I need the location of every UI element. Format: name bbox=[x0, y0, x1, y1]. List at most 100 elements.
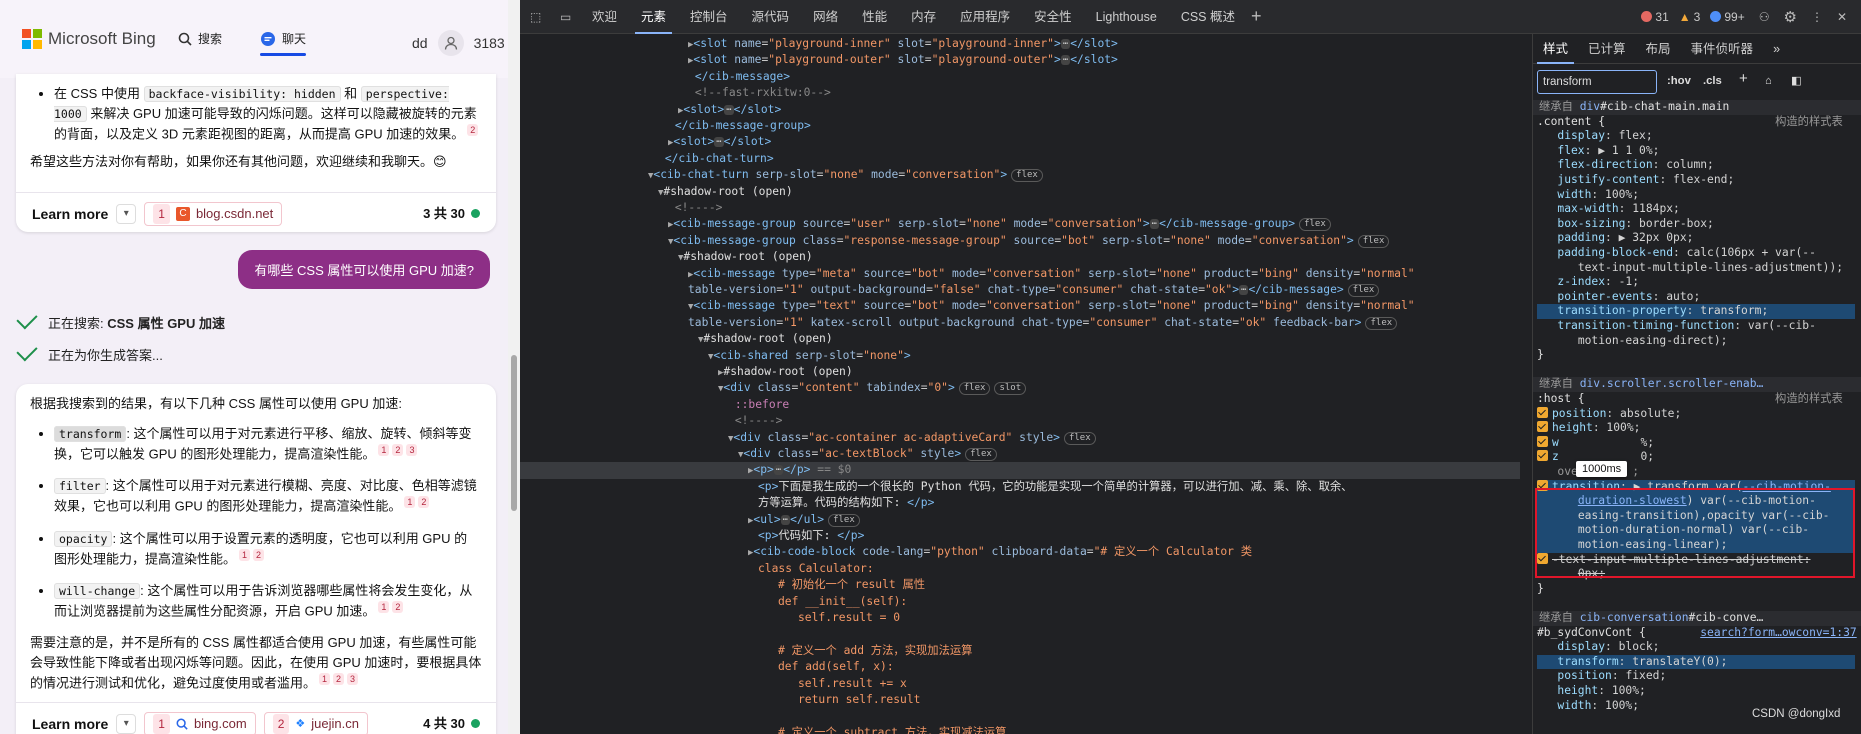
styles-filter-input[interactable]: transform bbox=[1537, 70, 1657, 94]
style-declaration[interactable]: pointer-events: auto; bbox=[1537, 290, 1700, 305]
dom-node[interactable]: class Calculator: bbox=[520, 561, 1520, 577]
tab-console[interactable]: 控制台 bbox=[678, 0, 740, 34]
citation[interactable]: 3 bbox=[406, 444, 418, 456]
citation[interactable]: 2 bbox=[467, 124, 479, 136]
dom-node[interactable]: def add(self, x): bbox=[520, 659, 1520, 675]
style-declaration[interactable]: flex: ▶ 1 1 0%; bbox=[1537, 144, 1659, 159]
gear-icon[interactable]: ⚙ bbox=[1783, 8, 1796, 26]
source-link[interactable]: 1 bing.com bbox=[144, 711, 256, 734]
tab-event-listeners[interactable]: 事件侦听器 bbox=[1681, 34, 1764, 64]
style-declaration[interactable] bbox=[1537, 363, 1544, 378]
sidebar-toggle-icon[interactable]: ◧ bbox=[1791, 74, 1802, 89]
dom-node[interactable]: ::before bbox=[520, 397, 1520, 413]
style-declaration[interactable]: position: absolute; bbox=[1537, 406, 1681, 422]
style-declaration[interactable]: duration-slowest) var(--cib-motion- bbox=[1537, 494, 1855, 509]
style-declaration[interactable]: motion-easing-direct); bbox=[1537, 334, 1728, 349]
citation[interactable]: 1 bbox=[239, 548, 251, 561]
citation[interactable]: 1 bbox=[378, 444, 390, 456]
dom-node[interactable]: ▶<cib-message-group source="user" serp-s… bbox=[520, 216, 1520, 232]
style-declaration[interactable]: padding-block-end: calc(106px + var(-- bbox=[1537, 246, 1815, 261]
style-declaration[interactable]: transform: translateY(0); bbox=[1537, 654, 1855, 670]
tab-styles[interactable]: 样式 bbox=[1533, 34, 1578, 64]
dom-node[interactable]: <!----> bbox=[520, 200, 1520, 216]
dom-node[interactable]: <p>下面是我生成的一个很长的 Python 代码，它的功能是实现一个简单的计算… bbox=[520, 479, 1520, 495]
style-declaration[interactable]: } bbox=[1537, 348, 1544, 363]
elements-scrollbar[interactable] bbox=[1522, 34, 1532, 734]
style-declaration[interactable]: -text-input-multiple-lines-adjustment: bbox=[1537, 552, 1810, 568]
more-options-icon[interactable]: ⋮ bbox=[1811, 10, 1823, 24]
style-declaration[interactable]: w %; bbox=[1537, 435, 1654, 451]
chevron-down-icon[interactable]: ▾ bbox=[116, 713, 137, 734]
tab-security[interactable]: 安全性 bbox=[1022, 0, 1084, 34]
dom-node[interactable]: ▼<cib-shared serp-slot="none"> bbox=[520, 348, 1520, 364]
style-declaration[interactable]: display: block; bbox=[1537, 640, 1659, 655]
style-declaration[interactable]: motion-duration-normal) var(--cib- bbox=[1537, 523, 1855, 538]
dom-node[interactable]: ▼<cib-chat-turn serp-slot="none" mode="c… bbox=[520, 167, 1520, 183]
rewards-points[interactable]: 3183 bbox=[474, 35, 505, 51]
style-declaration[interactable]: justify-content: flex-end; bbox=[1537, 173, 1734, 188]
tab-memory[interactable]: 内存 bbox=[899, 0, 948, 34]
tab-lighthouse[interactable]: Lighthouse bbox=[1084, 0, 1169, 34]
style-declaration[interactable]: position: fixed; bbox=[1537, 669, 1666, 684]
dom-node[interactable]: # 定义一个 add 方法，实现加法运算 bbox=[520, 643, 1520, 659]
dom-node[interactable]: ▶<cib-message type="meta" source="bot" m… bbox=[520, 266, 1520, 282]
dom-node[interactable]: # 定义一个 subtract 方法，实现减法运算 bbox=[520, 725, 1520, 734]
connect-icon[interactable]: ⚇ bbox=[1759, 10, 1770, 24]
dom-node[interactable]: </cib-chat-turn> bbox=[520, 151, 1520, 167]
dom-node[interactable]: ▶<slot name="playground-outer" slot="pla… bbox=[520, 52, 1520, 68]
dom-node[interactable]: ▶#shadow-root (open) bbox=[520, 364, 1520, 380]
style-declaration[interactable]: motion-easing-linear); bbox=[1537, 538, 1855, 553]
tab-elements[interactable]: 元素 bbox=[629, 0, 678, 34]
dom-node[interactable] bbox=[520, 626, 1520, 642]
style-declaration[interactable]: padding: ▶ 32px 0px; bbox=[1537, 231, 1693, 246]
device-toolbar-icon[interactable]: ▭ bbox=[560, 10, 580, 24]
tab-layout[interactable]: 布局 bbox=[1636, 34, 1681, 64]
dom-node[interactable]: ▶<slot> ⋯ </slot> bbox=[520, 134, 1520, 150]
tab-css-overview[interactable]: CSS 概述 bbox=[1169, 0, 1247, 34]
source-link[interactable]: 1 C blog.csdn.net bbox=[144, 201, 283, 226]
style-declaration[interactable]: transition-timing-function: var(--cib- bbox=[1537, 319, 1815, 334]
tab-computed[interactable]: 已计算 bbox=[1578, 34, 1636, 64]
dom-node[interactable]: ▼<div class="ac-container ac-adaptiveCar… bbox=[520, 430, 1520, 446]
style-declaration[interactable]: width: 100%; bbox=[1537, 699, 1639, 714]
style-declaration[interactable]: height: 100%; bbox=[1537, 421, 1640, 436]
citation[interactable]: 1 bbox=[319, 673, 331, 686]
cls-toggle[interactable]: .cls bbox=[1703, 74, 1722, 89]
paint-icon[interactable]: ⌂ bbox=[1765, 74, 1772, 89]
user-area[interactable]: dd 3183 bbox=[412, 28, 520, 58]
style-declaration[interactable]: box-sizing: border-box; bbox=[1537, 217, 1713, 232]
style-declaration[interactable]: flex-direction: column; bbox=[1537, 158, 1713, 173]
page-scrollbar[interactable] bbox=[508, 0, 520, 734]
style-declaration[interactable]: transition: ▶ transform var(--cib-motion… bbox=[1537, 479, 1855, 495]
style-declaration[interactable]: width: 100%; bbox=[1537, 188, 1639, 203]
style-declaration[interactable]: :host { 构造的样式表 bbox=[1537, 392, 1843, 407]
add-tab-icon[interactable]: + bbox=[1251, 6, 1262, 27]
style-declaration[interactable]: z-index: -1; bbox=[1537, 275, 1639, 290]
source-link[interactable]: 2 ❖ juejin.cn bbox=[263, 711, 368, 734]
dom-node[interactable] bbox=[520, 708, 1520, 724]
dom-node[interactable]: ▼#shadow-root (open) bbox=[520, 249, 1520, 265]
elements-tree[interactable]: ▶<slot name="playground-inner" slot="pla… bbox=[520, 34, 1532, 734]
citation[interactable]: 2 bbox=[392, 444, 404, 456]
dom-node[interactable]: self.result += x bbox=[520, 676, 1520, 692]
dom-node[interactable]: ▼<div class="ac-textBlock" style> flex bbox=[520, 446, 1520, 462]
inspect-icon[interactable]: ⬚ bbox=[530, 10, 550, 24]
chevron-down-icon[interactable]: ▾ bbox=[116, 203, 137, 224]
close-icon[interactable]: ✕ bbox=[1837, 10, 1847, 24]
dom-node[interactable]: <!----> bbox=[520, 413, 1520, 429]
dom-node[interactable]: ▶<cib-code-block code-lang="python" clip… bbox=[520, 544, 1520, 560]
hov-toggle[interactable]: :hov bbox=[1667, 74, 1691, 89]
citation[interactable]: 1 bbox=[378, 600, 390, 613]
citation[interactable]: 3 bbox=[347, 673, 359, 686]
dom-node[interactable]: ▶<slot name="playground-inner" slot="pla… bbox=[520, 36, 1520, 52]
style-declaration[interactable] bbox=[1537, 596, 1544, 611]
style-declaration[interactable]: } bbox=[1537, 582, 1544, 597]
dom-node[interactable]: </cib-message> bbox=[520, 69, 1520, 85]
dom-node[interactable]: table-version="1" katex-scroll output-ba… bbox=[520, 315, 1520, 331]
citation[interactable]: 1 bbox=[404, 496, 416, 509]
inherited-header[interactable]: 继承自 cib-conversation#cib-conve… bbox=[1533, 611, 1861, 626]
style-declaration[interactable]: display: flex; bbox=[1537, 129, 1652, 144]
citation[interactable]: 2 bbox=[392, 600, 404, 613]
tab-network[interactable]: 网络 bbox=[801, 0, 850, 34]
scrollbar-thumb[interactable] bbox=[511, 355, 517, 511]
